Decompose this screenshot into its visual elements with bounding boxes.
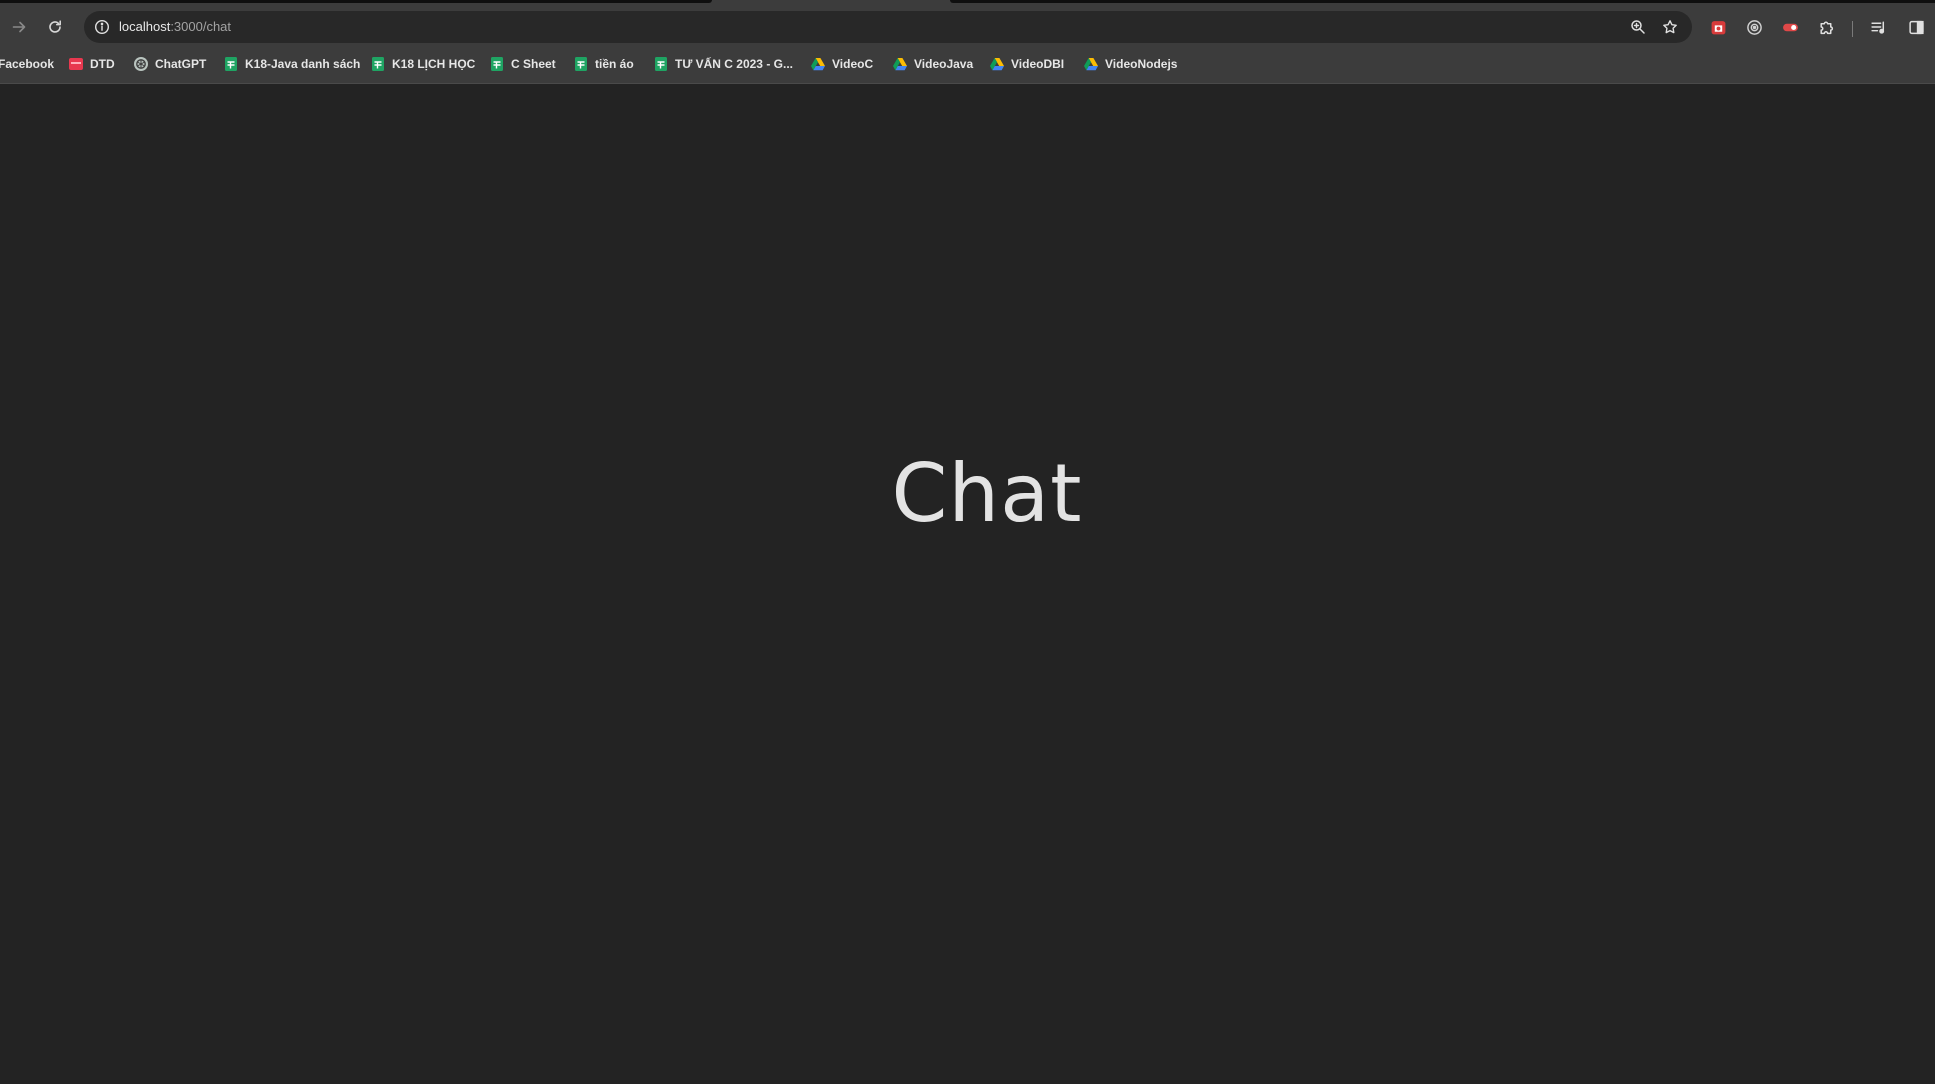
bookmark-tien-ao[interactable]: tiền áo	[573, 55, 634, 73]
bookmark-label: K18-Java danh sách	[245, 57, 361, 71]
bookmark-videodbi[interactable]: VideoDBI	[989, 55, 1064, 73]
url-text[interactable]: localhost:3000/chat	[119, 19, 231, 34]
red-extension-icon	[1711, 20, 1725, 34]
bookmark-label: ChatGPT	[155, 57, 207, 71]
bookmark-c-sheet[interactable]: C Sheet	[489, 55, 556, 73]
url-host: localhost	[119, 19, 171, 34]
chatgpt-icon	[133, 56, 149, 72]
bookmark-label: VideoJava	[914, 57, 974, 71]
bookmark-label: Facebook	[0, 57, 55, 71]
bookmark-chatgpt[interactable]: ChatGPT	[133, 55, 206, 73]
inactive-tab-right[interactable]	[950, 0, 1935, 3]
google-drive-icon	[1083, 56, 1099, 72]
bookmark-k18-lich-hoc[interactable]: K18 LỊCH HỌC	[370, 55, 475, 73]
bookmark-label: VideoC	[832, 57, 874, 71]
bookmark-label: C Sheet	[511, 57, 556, 71]
page-content	[0, 85, 1935, 1084]
toggle-extension-icon	[1782, 23, 1798, 31]
bookmark-dtd[interactable]: DTD	[68, 55, 115, 73]
media-control-button[interactable]	[1866, 15, 1890, 39]
google-drive-icon	[989, 56, 1005, 72]
puzzle-icon	[1819, 21, 1833, 34]
address-bar[interactable]: localhost:3000/chat	[84, 11, 1692, 43]
bookmark-label: TƯ VẤN C 2023 - G...	[675, 57, 793, 71]
info-circle-icon	[94, 19, 110, 35]
forward-button[interactable]	[6, 14, 32, 40]
target-extension-icon	[1746, 19, 1762, 35]
toolbar-separator	[1852, 21, 1853, 37]
reload-icon	[49, 20, 61, 33]
google-sheets-icon	[370, 56, 386, 72]
google-sheets-icon	[653, 56, 669, 72]
bookmark-label: tiền áo	[595, 57, 634, 71]
bookmark-videonodejs[interactable]: VideoNodejs	[1083, 55, 1177, 73]
bookmark-videoc[interactable]: VideoC	[810, 55, 873, 73]
bookmark-star-button[interactable]	[1658, 15, 1682, 39]
zoom-icon	[1631, 20, 1645, 34]
google-sheets-icon	[489, 56, 505, 72]
bookmark-label: DTD	[90, 57, 115, 71]
extension-button-3[interactable]	[1778, 15, 1802, 39]
side-panel-button[interactable]	[1904, 15, 1928, 39]
star-icon	[1663, 20, 1677, 34]
google-sheets-icon	[573, 56, 589, 72]
bookmark-tu-van-c-2023[interactable]: TƯ VẤN C 2023 - G...	[653, 55, 793, 73]
bookmark-label: VideoNodejs	[1105, 57, 1178, 71]
extensions-menu-button[interactable]	[1814, 15, 1838, 39]
extension-button-2[interactable]	[1742, 15, 1766, 39]
google-drive-icon	[892, 56, 908, 72]
google-sheets-icon	[223, 56, 239, 72]
tab-strip	[0, 0, 1935, 10]
media-control-icon	[1870, 20, 1884, 34]
bookmark-label: K18 LỊCH HỌC	[392, 57, 476, 71]
bookmark-facebook[interactable]: Facebook	[0, 55, 54, 73]
bookmarks-bar: Facebook DTD ChatGPT K18-Java danh sách …	[0, 44, 1935, 84]
arrow-right-icon	[12, 21, 26, 33]
extension-button-1[interactable]	[1706, 15, 1730, 39]
browser-toolbar: localhost:3000/chat	[0, 10, 1935, 44]
page-title: Chat	[891, 447, 1083, 540]
reload-button[interactable]	[42, 14, 68, 40]
inactive-tab-left[interactable]	[0, 0, 712, 3]
bookmark-label: VideoDBI	[1011, 57, 1065, 71]
google-drive-icon	[810, 56, 826, 72]
site-info-button[interactable]	[90, 15, 114, 39]
zoom-button[interactable]	[1626, 15, 1650, 39]
bookmark-videojava[interactable]: VideoJava	[892, 55, 973, 73]
side-panel-icon	[1908, 20, 1924, 34]
bookmark-k18-java[interactable]: K18-Java danh sách	[223, 55, 360, 73]
red-square-icon	[68, 56, 84, 72]
url-path: :3000/chat	[170, 19, 232, 34]
